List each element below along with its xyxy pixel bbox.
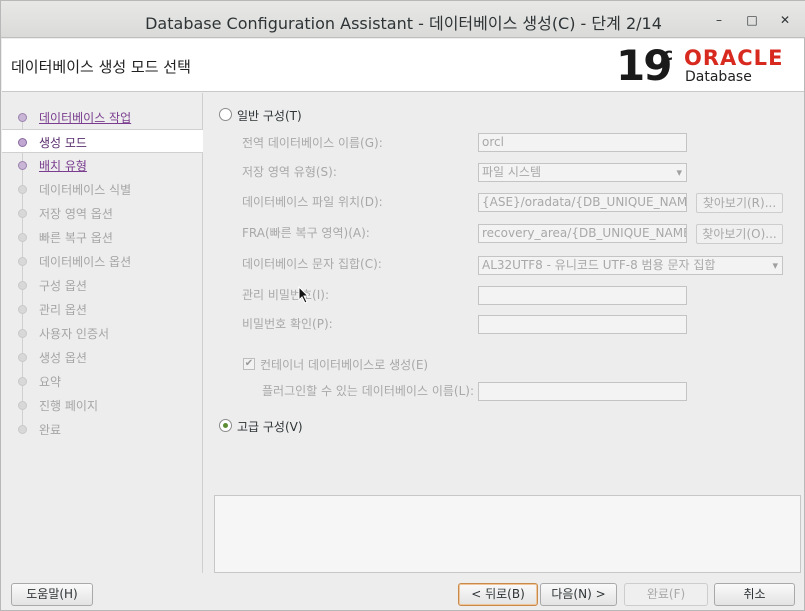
nav-step-item: 구성 옵션 [2,273,203,297]
nav-step-item: 사용자 인증서 [2,321,203,345]
confirm-password-input[interactable] [478,315,687,334]
title-bar[interactable]: Database Configuration Assistant - 데이터베이… [1,1,805,38]
nav-step-item[interactable]: 생성 모드 [2,129,203,153]
charset-label: 데이터베이스 문자 집합(C): [242,257,382,271]
step-dot-icon [18,329,27,338]
container-db-label[interactable]: 컨테이너 데이터베이스로 생성(E) [260,356,428,373]
nav-step-item: 생성 옵션 [2,345,203,369]
oracle-logo: 19 c ORACLE Database [616,43,796,89]
storage-type-select[interactable]: 파일 시스템 [478,163,687,182]
nav-step-item: 요약 [2,369,203,393]
step-dot-icon [18,281,27,290]
pdb-name-label: 플러그인할 수 있는 데이터베이스 이름(L): [262,384,474,398]
cancel-button[interactable]: 취소 [714,583,795,606]
maximize-icon[interactable]: □ [742,10,762,30]
advanced-config-label[interactable]: 고급 구성(V) [237,418,303,435]
nav-step-label: 데이터베이스 식별 [39,183,132,197]
step-dot-icon [18,138,27,147]
step-dot-icon [18,401,27,410]
confirm-password-label: 비밀번호 확인(P): [242,317,333,331]
global-db-name-input[interactable]: orcl [478,133,687,152]
nav-step-label: 구성 옵션 [39,279,87,293]
step-dot-icon [18,353,27,362]
fra-input[interactable]: recovery_area/{DB_UNIQUE_NAME} [478,224,687,243]
page-header: 데이터베이스 생성 모드 선택 19 c ORACLE Database [2,39,804,92]
browse-fra-button[interactable]: 찾아보기(O)... [696,224,783,244]
close-icon[interactable]: ✕ [775,10,795,30]
step-dot-icon [18,185,27,194]
browse-db-location-button[interactable]: 찾아보기(R)... [696,193,783,213]
help-button[interactable]: 도움말(H) [11,583,93,606]
step-navigation: 데이터베이스 작업생성 모드배치 유형데이터베이스 식별저장 영역 옵션빠른 복… [2,93,203,573]
logo-product: Database [685,69,752,85]
nav-step-label: 빠른 복구 옵션 [39,231,113,245]
next-button[interactable]: 다음(N) > [540,583,617,606]
nav-step-item: 진행 페이지 [2,393,203,417]
storage-type-label: 저장 영역 유형(S): [242,165,337,179]
logo-version-suffix: c [663,45,674,65]
back-button[interactable]: < 뒤로(B) [458,583,538,606]
nav-step-label: 진행 페이지 [39,399,99,413]
nav-step-item: 저장 영역 옵션 [2,201,203,225]
step-dot-icon [18,113,27,122]
container-db-checkbox[interactable]: ✔ [243,358,255,370]
nav-step-item: 관리 옵션 [2,297,203,321]
nav-step-item: 데이터베이스 옵션 [2,249,203,273]
minimize-icon[interactable]: – [709,10,729,30]
db-file-location-label: 데이터베이스 파일 위치(D): [242,195,383,209]
step-dot-icon [18,305,27,314]
fra-label: FRA(빠른 복구 영역)(A): [242,226,370,240]
nav-step-label[interactable]: 생성 모드 [39,134,87,151]
nav-step-item: 빠른 복구 옵션 [2,225,203,249]
step-dot-icon [18,257,27,266]
nav-step-label: 관리 옵션 [39,303,87,317]
db-file-location-input[interactable]: {ASE}/oradata/{DB_UNIQUE_NAME} [478,193,687,212]
admin-password-label: 관리 비밀번호(I): [242,288,330,302]
typical-config-radio[interactable] [219,108,232,121]
admin-password-input[interactable] [478,286,687,305]
nav-step-label: 생성 옵션 [39,351,87,365]
pdb-name-input[interactable] [478,382,687,401]
nav-step-label: 완료 [39,423,62,437]
typical-config-label[interactable]: 일반 구성(T) [237,107,302,124]
nav-step-label: 요약 [39,375,62,389]
step-dot-icon [18,377,27,386]
step-dot-icon [18,233,27,242]
message-area [214,495,801,573]
window-title: Database Configuration Assistant - 데이터베이… [145,14,662,33]
step-dot-icon [18,425,27,434]
global-db-name-label: 전역 데이터베이스 이름(G): [242,136,383,150]
nav-step-label: 데이터베이스 옵션 [39,255,132,269]
nav-step-item: 완료 [2,417,203,441]
finish-button[interactable]: 완료(F) [624,583,708,606]
nav-step-item[interactable]: 배치 유형 [2,153,203,177]
step-dot-icon [18,209,27,218]
mouse-cursor-icon [298,286,310,304]
nav-step-item[interactable]: 데이터베이스 작업 [2,105,203,129]
nav-step-label[interactable]: 데이터베이스 작업 [39,109,131,126]
page-title: 데이터베이스 생성 모드 선택 [11,58,191,76]
nav-step-label: 사용자 인증서 [39,327,110,341]
step-dot-icon [18,161,27,170]
charset-select[interactable]: AL32UTF8 - 유니코드 UTF-8 범용 문자 집합 [478,256,783,275]
nav-step-label[interactable]: 배치 유형 [39,157,87,174]
dbca-window: Database Configuration Assistant - 데이터베이… [0,0,805,611]
nav-step-item: 데이터베이스 식별 [2,177,203,201]
nav-step-label: 저장 영역 옵션 [39,207,113,221]
advanced-config-radio[interactable] [219,419,232,432]
logo-brand: ORACLE [684,46,784,70]
